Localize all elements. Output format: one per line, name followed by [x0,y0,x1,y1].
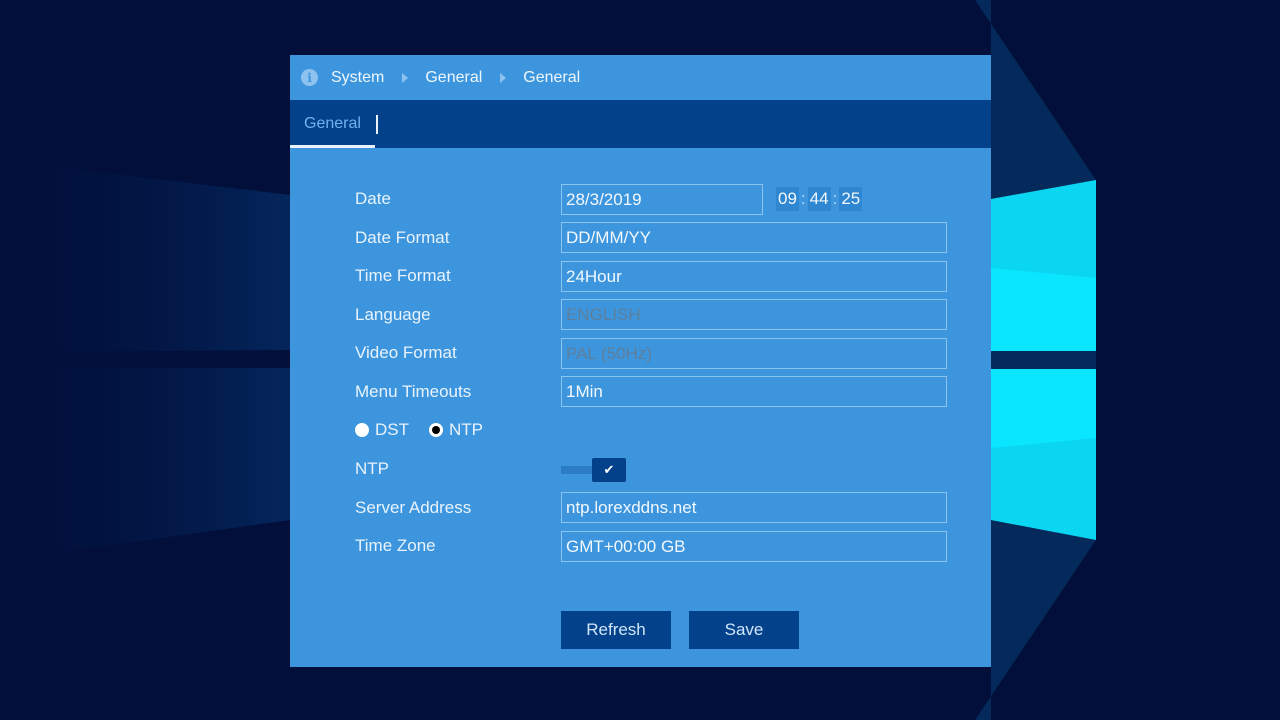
time-format-select[interactable]: 24Hour [561,261,947,292]
dst-radio-label[interactable]: DST [375,420,409,440]
light-beam-upper [40,165,290,352]
date-format-label: Date Format [355,228,450,247]
general-settings-panel: i System General General General Date 28… [290,55,991,667]
time-mode-radio-group: DST NTP [355,420,483,440]
time-format-label: Time Format [355,266,451,285]
dst-radio[interactable] [355,423,369,437]
video-format-select: PAL (50Hz) [561,338,947,369]
time-zone-select[interactable]: GMT+00:00 GB [561,531,947,562]
date-label: Date [355,189,391,208]
breadcrumb-item-general-current: General [523,68,581,86]
breadcrumb: i System General General [290,55,991,100]
menu-timeouts-select[interactable]: 1Min [561,376,947,407]
check-icon: ✔ [592,458,626,482]
time-separator: : [832,189,838,208]
date-field[interactable]: 28/3/2019 [561,184,763,215]
language-label: Language [355,305,431,324]
menu-timeouts-label: Menu Timeouts [355,382,472,401]
time-zone-label: Time Zone [355,536,436,555]
language-select: ENGLISH [561,299,947,330]
date-format-select[interactable]: DD/MM/YY [561,222,947,253]
breadcrumb-item-system[interactable]: System [331,69,384,87]
toggle-track [561,466,595,474]
ntp-toggle[interactable]: ✔ [561,458,626,482]
tab-general-label: General [304,115,361,132]
time-minute[interactable]: 44 [807,187,831,211]
tab-bar: General [290,100,991,148]
time-second[interactable]: 25 [839,187,863,211]
tab-general[interactable]: General [290,100,375,148]
time-separator: : [800,189,806,208]
triangle-right-icon [402,72,409,83]
tab-divider [376,115,378,134]
server-address-input[interactable]: ntp.lorexddns.net [561,492,947,523]
active-tab-indicator [290,145,375,148]
breadcrumb-item-general[interactable]: General [425,69,482,87]
triangle-right-icon [500,72,507,83]
windows-logo-pane-top-band [991,268,1096,351]
info-icon: i [301,69,318,86]
ntp-radio-label[interactable]: NTP [449,420,483,440]
ntp-label: NTP [355,459,389,478]
save-button[interactable]: Save [689,611,799,649]
time-hour[interactable]: 09 [776,187,799,211]
refresh-button[interactable]: Refresh [561,611,671,649]
server-address-label: Server Address [355,498,472,517]
video-format-label: Video Format [355,343,457,362]
ntp-radio[interactable] [429,423,443,437]
windows-logo-pane-bottom-band [991,369,1096,448]
time-field[interactable]: 09 : 44 : 25 [776,187,863,211]
